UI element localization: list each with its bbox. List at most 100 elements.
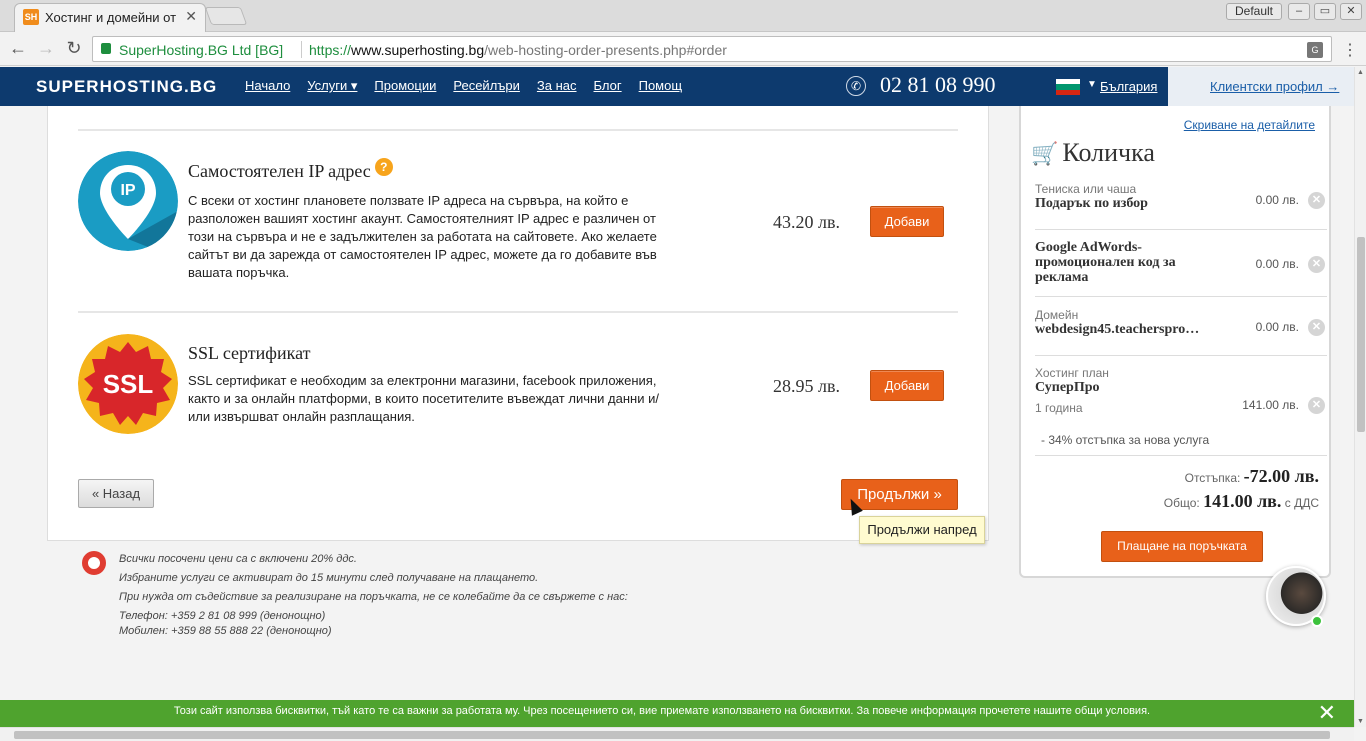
chevron-down-icon[interactable]: ▼ <box>1087 79 1097 90</box>
nav-home[interactable]: Начало <box>245 78 290 94</box>
close-window-icon[interactable]: ✕ <box>1340 3 1362 20</box>
scrollbar-thumb[interactable] <box>14 731 1330 739</box>
add-ssl-button[interactable]: Добави <box>870 370 944 401</box>
remove-item-icon[interactable]: ✕ <box>1308 192 1325 209</box>
browser-toolbar: ← → ↻ SuperHosting.BG Ltd [BG] https://w… <box>0 32 1366 66</box>
minimize-icon[interactable]: – <box>1288 3 1310 20</box>
discount-value: -72.00 лв. <box>1243 466 1319 486</box>
client-profile-link[interactable]: Клиентски профил → <box>1210 79 1339 94</box>
browser-menu-icon[interactable]: ⋮ <box>1342 40 1358 60</box>
online-status-icon <box>1311 615 1323 627</box>
close-icon[interactable]: ✕ <box>1318 701 1336 726</box>
add-ip-button[interactable]: Добави <box>870 206 944 237</box>
remove-item-icon[interactable]: ✕ <box>1308 397 1325 414</box>
scroll-down-icon[interactable]: ▼ <box>1357 718 1364 725</box>
horizontal-scrollbar[interactable] <box>0 727 1354 741</box>
browser-tab[interactable]: SH Хостинг и домейни от ✕ <box>14 3 206 32</box>
total-label: Общо: <box>1163 496 1200 510</box>
nav-promotions[interactable]: Промоции <box>374 78 436 94</box>
tab-title: Хостинг и домейни от <box>45 10 177 25</box>
service-desc-ssl: SSL сертификат е необходим за електронни… <box>188 373 659 424</box>
nav-resellers[interactable]: Ресейлъри <box>453 78 520 94</box>
cart-title-text: Количка <box>1062 138 1155 167</box>
price-ip: 43.20 лв. <box>773 212 840 232</box>
ssl-icon-label: SSL <box>103 369 154 399</box>
hide-details-link[interactable]: Скриване на детайлите <box>1184 118 1315 132</box>
cart-item: Тениска или чаша Подарък по избор 0.00 л… <box>1035 182 1327 230</box>
help-icon[interactable]: ? <box>374 158 393 176</box>
restore-icon[interactable]: ▭ <box>1314 3 1336 20</box>
site-header: SUPERHOSTING.BG Начало Услуги ▾ Промоции… <box>0 67 1354 106</box>
site-logo[interactable]: SUPERHOSTING.BG <box>36 77 217 97</box>
cart-item-name: СуперПро <box>1035 380 1100 395</box>
service-desc-ip: С всеки от хостинг плановете ползвате IP… <box>188 193 657 280</box>
phone-number: 02 81 08 990 <box>880 72 996 97</box>
vertical-scrollbar[interactable]: ▲ ▼ <box>1354 67 1366 727</box>
cart-item: Google AdWords-промоционален код за рекл… <box>1035 240 1327 297</box>
back-arrow-icon[interactable]: ← <box>8 38 28 59</box>
discount-label: Отстъпка: <box>1184 471 1241 485</box>
cart-item-price: 0.00 лв. <box>1255 193 1299 207</box>
language-selector[interactable]: България <box>1100 79 1157 94</box>
back-button[interactable]: « Назад <box>78 479 154 508</box>
client-area: Клиентски профил → <box>1168 67 1354 106</box>
footnote-vat: Всички посочени цени са с включени 20% д… <box>119 553 357 565</box>
footnote-activation: Избраните услуги се активират до 15 мину… <box>119 572 539 584</box>
close-tab-icon[interactable]: ✕ <box>185 8 197 25</box>
browser-tabbar: SH Хостинг и домейни от ✕ Default – ▭ ✕ <box>0 0 1366 32</box>
nav-services[interactable]: Услуги ▾ <box>307 78 357 94</box>
main-nav: Начало Услуги ▾ Промоции Ресейлъри За на… <box>245 78 699 94</box>
cart-panel: Скриване на детайлите 🛒 Количка Тениска и… <box>1019 106 1331 578</box>
cookie-text: Този сайт използва бисквитки, тъй като т… <box>173 705 1151 717</box>
total-row: Общо: 141.00 лв. с ДДС <box>1164 491 1319 512</box>
ip-address-icon: IP <box>78 151 178 251</box>
new-tab-button[interactable] <box>204 7 248 25</box>
scrollbar-thumb[interactable] <box>1357 237 1365 432</box>
cart-item-category: Хостинг план <box>1035 366 1109 380</box>
lifebuoy-icon <box>82 551 106 575</box>
remove-item-icon[interactable]: ✕ <box>1308 256 1325 273</box>
cart-item-name: webdesign45.teacherspro… <box>1035 322 1200 337</box>
cart-icon: 🛒 <box>1031 142 1059 167</box>
reload-icon[interactable]: ↻ <box>64 38 84 59</box>
lock-icon <box>101 43 111 54</box>
translate-icon[interactable]: G <box>1307 42 1323 58</box>
service-title-ip: Самостоятелен IP адрес? <box>188 158 393 182</box>
url-scheme: https:// <box>309 42 352 58</box>
scroll-up-icon[interactable]: ▲ <box>1357 69 1364 76</box>
price-ssl: 28.95 лв. <box>773 376 840 396</box>
total-value: 141.00 лв. <box>1203 491 1282 511</box>
vat-note: с ДДС <box>1284 496 1319 510</box>
bulgaria-flag-icon[interactable] <box>1056 79 1080 95</box>
checkout-button[interactable]: Плащане на поръчката <box>1101 531 1263 562</box>
nav-help[interactable]: Помощ <box>639 78 682 94</box>
footnote-mobile: Мобилен: +359 88 55 888 22 (денонощно) <box>119 625 332 637</box>
divider <box>78 311 958 313</box>
favicon-icon: SH <box>23 9 39 25</box>
forward-arrow-icon[interactable]: → <box>36 38 56 59</box>
nav-about[interactable]: За нас <box>537 78 577 94</box>
cart-title: 🛒 Количка <box>1031 138 1155 168</box>
address-bar[interactable]: SuperHosting.BG Ltd [BG] https://www.sup… <box>92 36 1332 62</box>
url-separator <box>301 41 302 58</box>
phone-icon: ✆ <box>846 76 866 96</box>
ssl-certificate-icon: SSL <box>78 334 178 434</box>
cart-item: Хостинг план СуперПро 1 година - 34% отс… <box>1035 366 1327 456</box>
cart-item: Домейн webdesign45.teacherspro… 0.00 лв.… <box>1035 308 1327 356</box>
nav-blog[interactable]: Блог <box>594 78 622 94</box>
profile-button[interactable]: Default <box>1226 3 1282 20</box>
footnote-contact: При нужда от съдействие за реализиране н… <box>119 591 628 603</box>
discount-row: Отстъпка: -72.00 лв. <box>1185 466 1319 487</box>
cart-item-discount-note: - 34% отстъпка за нова услуга <box>1041 433 1210 447</box>
url-host: www.superhosting.bg <box>351 42 485 58</box>
service-title-ssl: SSL сертификат <box>188 343 311 363</box>
order-card: IP Самостоятелен IP адрес? С всеки от хо… <box>47 106 989 541</box>
footnote-phone: Телефон: +359 2 81 08 999 (денонощно) <box>119 610 326 622</box>
cookie-banner: Този сайт използва бисквитки, тъй като т… <box>0 700 1354 727</box>
service-title-ip-text: Самостоятелен IP адрес <box>188 161 371 181</box>
remove-item-icon[interactable]: ✕ <box>1308 319 1325 336</box>
continue-tooltip: Продължи напред <box>859 516 985 544</box>
cart-item-price: 0.00 лв. <box>1255 320 1299 334</box>
url-text[interactable]: https://www.superhosting.bg/web-hosting-… <box>309 42 727 58</box>
footnotes: Всички посочени цени са с включени 20% д… <box>119 552 628 639</box>
